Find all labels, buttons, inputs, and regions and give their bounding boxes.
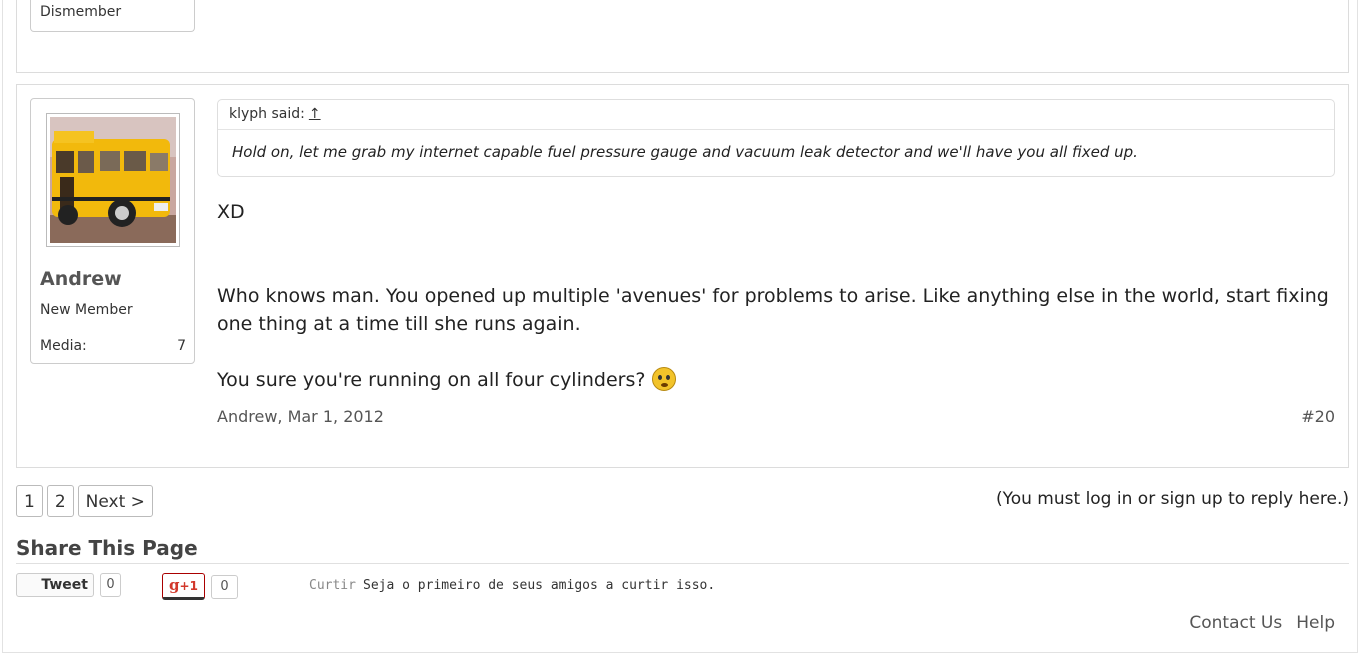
quote-jump-link[interactable]: ↑ — [309, 106, 321, 122]
next-page-link[interactable]: Next > — [77, 485, 153, 517]
quote-block: klyph said: ↑ Hold on, let me grab my int… — [217, 99, 1335, 177]
media-count[interactable]: 7 — [177, 338, 186, 354]
message-paragraph: XD — [217, 201, 245, 223]
reply-login-note: (You must log in or sign up to reply her… — [996, 489, 1349, 509]
quote-author: klyph said: — [229, 106, 305, 122]
share-divider — [16, 563, 1349, 564]
contact-us-link[interactable]: Contact Us — [1189, 613, 1282, 633]
like-button[interactable]: Curtir — [309, 578, 356, 593]
school-bus-avatar-image — [50, 117, 176, 243]
tweet-count: 0 — [100, 573, 121, 597]
confused-smiley-icon — [651, 367, 676, 391]
tweet-button[interactable]: Tweet — [16, 573, 94, 597]
user-info-block: Andrew New Member Media: 7 — [30, 98, 195, 364]
reply-note-or: or — [1132, 489, 1161, 509]
message-paragraph: Who knows man. You opened up multiple 'a… — [217, 285, 1329, 335]
previous-post-userblock: Dismember — [30, 0, 195, 32]
username[interactable]: Andrew — [40, 268, 122, 290]
google-plus-label: +1 — [179, 579, 198, 593]
google-plus-count: 0 — [211, 575, 238, 599]
google-plus-icon: g — [169, 576, 180, 594]
footer-links: Contact Us Help — [1189, 613, 1335, 633]
message-paragraph-with-emoji: You sure you're running on all four cyli… — [217, 366, 676, 394]
quote-text: Hold on, let me grab my internet capable… — [232, 143, 1138, 161]
like-social-text: Seja o primeiro de seus amigos a curtir … — [363, 578, 716, 593]
reply-note-prefix: (You must — [995, 489, 1086, 509]
quote-attribution: klyph said: ↑ — [218, 100, 1334, 130]
previous-post — [16, 0, 1349, 73]
help-link[interactable]: Help — [1296, 613, 1335, 633]
post-permalink[interactable]: #20 — [1301, 407, 1335, 426]
google-plus-button[interactable]: g+1 — [162, 573, 205, 600]
reply-note-suffix: to reply here.) — [1222, 489, 1349, 509]
login-link[interactable]: log in — [1086, 489, 1133, 509]
user-title: New Member — [40, 302, 133, 318]
signup-link[interactable]: sign up — [1161, 489, 1223, 509]
page-2-link[interactable]: 2 — [46, 485, 74, 517]
share-title: Share This Page — [16, 536, 198, 560]
previous-user-title: Dismember — [40, 4, 122, 20]
media-label: Media: — [40, 338, 87, 354]
message-text: You sure you're running on all four cyli… — [217, 369, 646, 391]
avatar[interactable] — [46, 113, 180, 247]
page-1-link[interactable]: 1 — [16, 485, 43, 517]
page-nav: 1 2 Next > — [16, 485, 153, 517]
post-date-line[interactable]: Andrew, Mar 1, 2012 — [217, 407, 384, 426]
media-stat: Media: 7 — [40, 338, 186, 354]
